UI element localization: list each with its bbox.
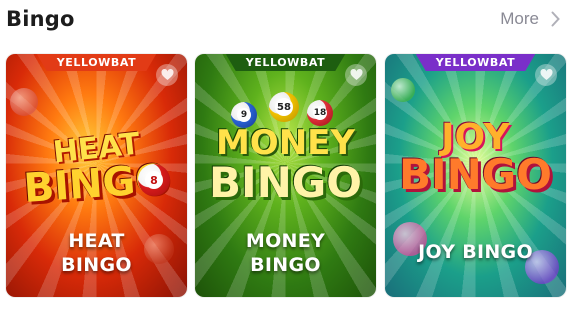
game-logo-line1: MONEY bbox=[215, 123, 356, 163]
heart-icon bbox=[349, 66, 363, 85]
game-title: JOY BINGO bbox=[418, 241, 533, 263]
game-card-heat-bingo[interactable]: YELLOWBAT HEAT BINGO 8 HEAT BINGO bbox=[6, 54, 187, 297]
favorite-button[interactable] bbox=[345, 64, 367, 86]
more-link[interactable]: More bbox=[500, 9, 560, 29]
section-title: Bingo bbox=[6, 7, 75, 31]
bingo-ball-icon bbox=[10, 88, 38, 116]
bingo-ball-icon: 8 bbox=[138, 164, 170, 196]
favorite-button[interactable] bbox=[156, 64, 178, 86]
heart-icon bbox=[539, 66, 553, 85]
game-logo-line2: BINGO bbox=[209, 158, 362, 207]
game-logo-line2: BINGO bbox=[399, 150, 552, 199]
game-title: HEAT BINGO bbox=[61, 230, 132, 276]
ball-number: 8 bbox=[145, 171, 163, 189]
game-title: MONEY BINGO bbox=[245, 230, 326, 276]
game-card-joy-bingo[interactable]: YELLOWBAT JOY BINGO JOY BINGO bbox=[385, 54, 566, 297]
provider-badge: YELLOWBAT bbox=[37, 54, 157, 71]
chevron-right-icon bbox=[551, 11, 560, 27]
more-label: More bbox=[500, 9, 539, 28]
bingo-ball-icon bbox=[391, 78, 415, 102]
bingo-ball-icon: 58 bbox=[269, 92, 299, 122]
game-card-money-bingo[interactable]: YELLOWBAT 9 58 18 MONEY BINGO MONEY BING… bbox=[195, 54, 376, 297]
heart-icon bbox=[160, 66, 174, 85]
provider-badge: YELLOWBAT bbox=[416, 54, 536, 71]
favorite-button[interactable] bbox=[535, 64, 557, 86]
provider-badge: YELLOWBAT bbox=[226, 54, 346, 71]
